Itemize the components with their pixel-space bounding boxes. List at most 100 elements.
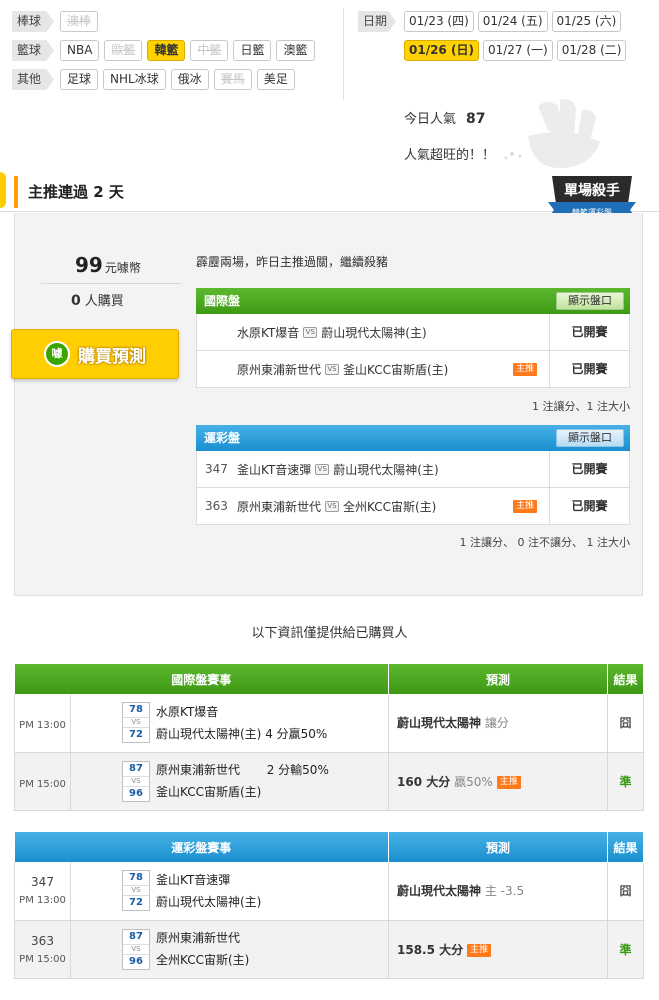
analyst-note: 霹靂兩場，昨日主推過關，繼續殺豬: [196, 255, 389, 269]
home-team: 全州KCC宙斯(主): [343, 499, 437, 514]
filter-chip-horse-racing: 賽馬: [213, 69, 252, 90]
result-cell: 準: [607, 752, 644, 811]
date-chip-0125[interactable]: 01/25 (六): [551, 11, 622, 32]
intl-result-table: 國際盤賽事 預測 結果 PM 13:00 78 VS 72 水原KT爆音 蔚山現…: [14, 664, 644, 811]
filter-chip-nhl[interactable]: NHL冰球: [103, 69, 166, 90]
game-detail: 78 VS 72 釜山KT音速彈 蔚山現代太陽神(主): [71, 869, 388, 913]
game-code: 347: [205, 462, 228, 476]
popularity-line: 今日人氣 87: [404, 108, 486, 127]
badge-title: 單場殺手: [564, 182, 620, 199]
prediction-cell: 160 大分 贏50% 主推: [388, 752, 608, 811]
filter-chip-soccer[interactable]: 足球: [60, 69, 99, 90]
prediction-main: 蔚山現代太陽神: [397, 716, 482, 731]
home-score: 72: [129, 729, 143, 741]
game-status: 已開賽: [549, 351, 629, 387]
away-team: 原州東浦新世代: [237, 499, 322, 514]
filter-chip-japan-basketball[interactable]: 日籃: [233, 40, 272, 61]
date-chip-0128[interactable]: 01/28 (二): [556, 40, 627, 61]
main-pick-badge: 主推: [467, 943, 492, 957]
price-divider: [41, 283, 181, 284]
market-row: 水原KT爆音 VS 蔚山現代太陽神(主) 已開賽: [196, 314, 630, 351]
vs-icon: VS: [123, 775, 149, 787]
game-status: 已開賽: [549, 451, 629, 487]
date-chip-0123[interactable]: 01/23 (四): [404, 11, 474, 32]
col-header-result: 結果: [607, 664, 644, 694]
date-chip-0124[interactable]: 01/24 (五): [477, 11, 548, 32]
score-box: 78 VS 72: [122, 702, 150, 744]
buyer-count-value: 0: [71, 293, 81, 309]
date-row-2: 01/26 (日) 01/27 (一) 01/28 (二): [358, 39, 648, 62]
intl-show-odds-button[interactable]: 顯示盤口: [556, 292, 624, 310]
prediction-main: 蔚山現代太陽神: [397, 884, 482, 899]
game-cell: 87 VS 96 原州東浦新世代 全州KCC宙斯(主): [70, 920, 389, 979]
filter-chip-korea-basketball[interactable]: 韓籃: [147, 40, 186, 61]
intl-market-summary: 1 注讓分、1 注大小: [532, 400, 630, 413]
game-time: PM 15:00: [19, 953, 66, 965]
sport-filter-panel: 棒球 澳棒 籃球 NBA 歐籃 韓籃 中籃 日籃 澳籃 其他 足球 NHL冰球 …: [12, 10, 342, 97]
game-code: 347: [31, 875, 54, 890]
filter-category-label: 其他: [12, 69, 54, 90]
date-chip-0127[interactable]: 01/27 (一): [482, 40, 553, 61]
filter-chip-nba[interactable]: NBA: [60, 40, 100, 61]
filter-chip-american-football[interactable]: 美足: [256, 69, 295, 90]
lottery-show-odds-button[interactable]: 顯示盤口: [556, 429, 624, 447]
lottery-result-table: 運彩盤賽事 預測 結果 347 PM 13:00 78 VS 72 釜山KT音速彈…: [14, 832, 644, 979]
market-row: 原州東浦新世代 VS 釜山KCC宙斯盾(主) 主推 已開賽: [196, 351, 630, 388]
date-selector: 日期 01/23 (四) 01/24 (五) 01/25 (六) 01/26 (…: [358, 10, 648, 68]
prediction-extra: 讓分: [484, 716, 509, 731]
filter-chip-aus-baseball: 澳棒: [60, 11, 99, 32]
vs-icon: VS: [325, 500, 340, 512]
game-time-cell: PM 13:00: [14, 694, 71, 753]
lottery-market-block: 運彩盤 顯示盤口 347 釜山KT音速彈 VS 蔚山現代太陽神(主) 已開賽 3…: [196, 425, 630, 525]
away-team: 原州東浦新世代: [156, 931, 241, 945]
filter-chip-euro-basketball: 歐籃: [104, 40, 143, 61]
prediction-main: 158.5 大分: [397, 942, 464, 957]
buy-prediction-button[interactable]: 噱 購買預測: [11, 329, 179, 379]
away-team: 水原KT爆音: [237, 325, 300, 340]
away-score: 78: [129, 704, 143, 716]
game-cell: 87 VS 96 原州東浦新世代 2 分輸50% 釜山KCC宙斯盾(主): [70, 752, 389, 811]
game-cell: 78 VS 72 釜山KT音速彈 蔚山現代太陽神(主): [70, 862, 389, 921]
prediction-cell: 158.5 大分 主推: [388, 920, 608, 979]
game-status: 已開賽: [549, 314, 629, 350]
date-chip-0126-selected[interactable]: 01/26 (日): [404, 40, 479, 61]
matchup: 原州東浦新世代 VS 全州KCC宙斯(主): [237, 498, 549, 515]
filter-chip-russia-hockey[interactable]: 俄冰: [170, 69, 209, 90]
vs-icon: VS: [123, 943, 149, 955]
filter-category-label: 棒球: [12, 11, 54, 32]
away-team: 原州東浦新世代: [156, 763, 241, 777]
intl-market-block: 國際盤 顯示盤口 水原KT爆音 VS 蔚山現代太陽神(主) 已開賽 原州東浦新世…: [196, 288, 630, 388]
team-names: 釜山KT音速彈 蔚山現代太陽神(主): [156, 869, 261, 913]
away-note: 2 分輸50%: [266, 763, 329, 777]
away-score: 87: [129, 930, 143, 942]
game-detail: 87 VS 96 原州東浦新世代 全州KCC宙斯(主): [71, 927, 388, 971]
home-score: 72: [129, 897, 143, 909]
popularity-graphic-icon: [504, 99, 600, 168]
main-pick-badge: 主推: [512, 500, 537, 513]
home-line: 釜山KCC宙斯盾(主): [156, 781, 329, 803]
home-team: 蔚山現代太陽神(主): [321, 325, 427, 340]
col-header-game: 國際盤賽事: [14, 664, 389, 694]
table-row: PM 13:00 78 VS 72 水原KT爆音 蔚山現代太陽神(主) 4 分贏…: [14, 694, 644, 753]
buyer-count-unit: 人購買: [84, 294, 124, 309]
lottery-market-title: 運彩盤: [204, 431, 241, 445]
buyers-only-note: 以下資訊僅提供給已購買人: [251, 626, 408, 641]
popularity-comment: 人氣超旺的！！: [404, 148, 496, 163]
prediction-cell: 蔚山現代太陽神 主 -3.5: [388, 862, 608, 921]
game-status: 已開賽: [549, 488, 629, 524]
matchup: 釜山KT音速彈 VS 蔚山現代太陽神(主): [237, 461, 549, 478]
vs-icon: VS: [123, 717, 149, 729]
main-pick-badge: 主推: [512, 363, 537, 376]
market-row: 347 釜山KT音速彈 VS 蔚山現代太陽神(主) 已開賽: [196, 451, 630, 488]
result-cell: 準: [607, 920, 644, 979]
date-label: 日期: [358, 11, 396, 32]
table-row: 347 PM 13:00 78 VS 72 釜山KT音速彈 蔚山現代太陽神(主) …: [14, 862, 644, 921]
home-score: 96: [129, 955, 143, 967]
away-line: 水原KT爆音: [156, 701, 327, 723]
filter-chip-china-basketball: 中籃: [190, 40, 229, 61]
home-team: 釜山KCC宙斯盾(主): [343, 362, 449, 377]
section-accent-bar: [14, 176, 18, 208]
filter-chip-aus-basketball[interactable]: 澳籃: [276, 40, 315, 61]
col-header-result: 結果: [607, 832, 644, 862]
price-value: 99: [75, 253, 103, 277]
